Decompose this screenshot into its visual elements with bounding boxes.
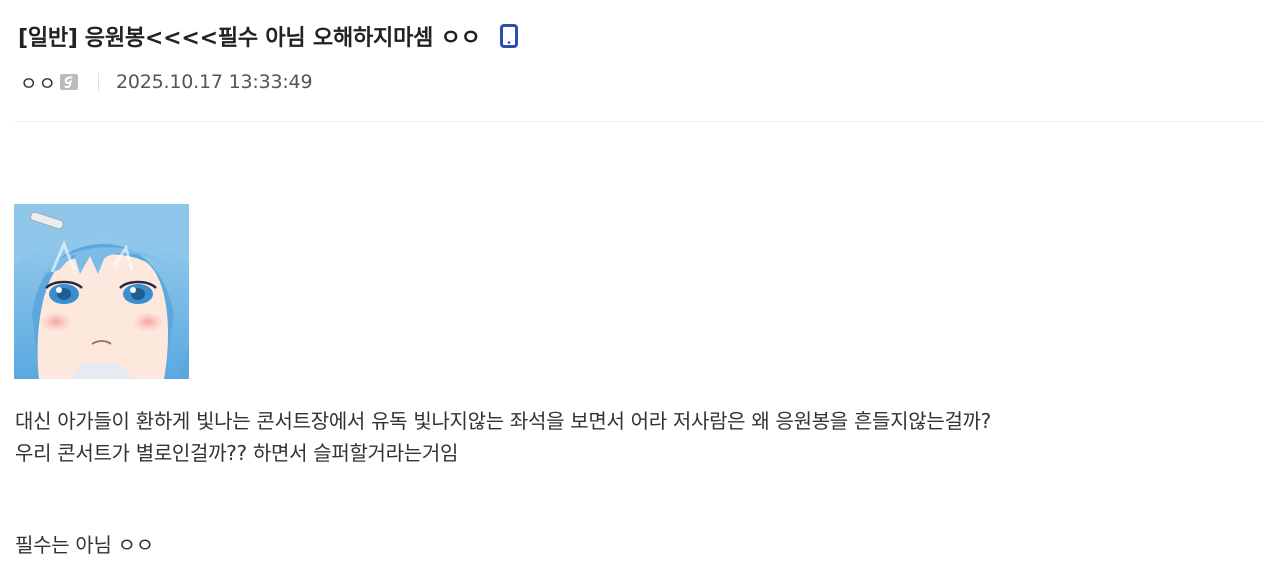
body-line: 필수는 아님 ㅇㅇ: [15, 533, 154, 557]
mobile-phone-icon[interactable]: [499, 23, 519, 49]
post-meta: ㅇㅇ 2025.10.17 13:33:49: [20, 69, 313, 96]
post-header: [일반] 응원봉<<<<필수 아님 오해하지마셈 ㅇㅇ ㅇㅇ 2025.10.1…: [14, 0, 1264, 122]
post-title: 응원봉<<<<필수 아님 오해하지마셈 ㅇㅇ: [84, 26, 481, 51]
post-head-tag[interactable]: [일반]: [18, 20, 78, 52]
author-nickname[interactable]: ㅇㅇ: [20, 69, 57, 96]
post-image[interactable]: [14, 204, 189, 379]
body-line: 대신 아가들이 환하게 빛나는 콘서트장에서 유독 빛나지않는 좌석을 보면서 …: [15, 409, 991, 433]
post-date: 2025.10.17 13:33:49: [115, 71, 313, 93]
fixed-nick-icon: [59, 74, 78, 90]
meta-divider: [97, 73, 99, 91]
post-body: 대신 아가들이 환하게 빛나는 콘서트장에서 유독 빛나지않는 좌석을 보면서 …: [15, 405, 1260, 561]
post-title-row: [일반] 응원봉<<<<필수 아님 오해하지마셈 ㅇㅇ: [18, 20, 519, 52]
body-line: 우리 콘서트가 별로인걸까?? 하면서 슬퍼할거라는거임: [15, 441, 459, 465]
